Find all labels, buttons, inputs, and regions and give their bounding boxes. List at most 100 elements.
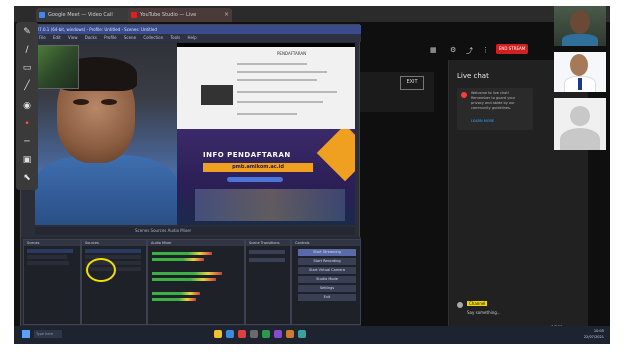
app-icon[interactable] [298, 330, 306, 338]
app-icon[interactable] [286, 330, 294, 338]
banner-decoration [316, 129, 355, 182]
line-icon[interactable]: ─ [21, 136, 33, 148]
file-explorer-icon[interactable] [214, 330, 222, 338]
doc-image [201, 85, 233, 105]
marker-icon[interactable]: ╱ [21, 80, 33, 92]
desktop-screen: Google Meet — Video Call × YouTube Studi… [14, 6, 610, 344]
audio-meter [152, 292, 200, 295]
person-eye [73, 99, 89, 105]
scene-item[interactable] [27, 261, 69, 265]
info-icon [461, 92, 467, 98]
settings-icon[interactable]: ⚙ [450, 46, 456, 54]
transition-select[interactable] [249, 250, 285, 254]
doc-line [237, 101, 323, 103]
eraser-icon[interactable]: ▭ [21, 62, 33, 74]
spotlight-icon[interactable]: ◉ [21, 100, 33, 112]
share-icon[interactable]: ⤴ [466, 46, 473, 56]
start-recording-button[interactable]: Start Recording [298, 258, 356, 265]
doc-line [237, 79, 317, 81]
cursor-icon[interactable]: ⬉ [21, 172, 33, 184]
participant-tile[interactable] [554, 6, 606, 46]
webcam-feed [35, 43, 177, 225]
browser-tab-youtube[interactable]: YouTube Studio — Live × [128, 8, 232, 22]
windows-start-icon[interactable] [22, 330, 30, 338]
start-streaming-button[interactable]: Start Streaming [298, 249, 356, 256]
scene-bar-text: Scenes Sources Audio Mixer [135, 228, 192, 233]
dock-header: Sources [82, 240, 146, 246]
taskbar-search[interactable]: Type here [34, 330, 62, 338]
document-capture: PENDAFTARAN [177, 47, 355, 129]
obs-icon[interactable] [250, 330, 258, 338]
obs-window: OBS 27.0.1 (64-bit, windows) - Profile: … [20, 24, 361, 337]
banner-photo [195, 189, 345, 221]
taskbar-clock[interactable]: 10:05 22/07/2021 [584, 328, 604, 340]
avatar [457, 302, 463, 308]
meet-favicon-icon [39, 12, 45, 18]
audio-meter [152, 258, 204, 261]
participant-face [570, 10, 590, 34]
browser-tab-meet[interactable]: Google Meet — Video Call × [36, 8, 138, 22]
banner-pill [227, 177, 283, 182]
chat-username: Channel [467, 301, 488, 306]
doc-line [237, 113, 297, 115]
studio-mode-button[interactable]: Studio Mode [298, 276, 356, 283]
scene-item[interactable] [27, 249, 73, 253]
virtual-camera-button[interactable]: Start Virtual Camera [298, 267, 356, 274]
color-icon[interactable]: • [21, 118, 33, 130]
participant-tile[interactable] [554, 98, 606, 150]
scenes-dock: Scenes [23, 239, 81, 325]
scene-item[interactable] [27, 255, 67, 259]
edge-icon[interactable] [226, 330, 234, 338]
settings-button[interactable]: Settings [298, 285, 356, 292]
transitions-dock: Scene Transitions [245, 239, 291, 325]
participant-shirt [562, 34, 598, 46]
audio-mixer-dock: Audio Mixer [147, 239, 245, 325]
audio-meter [152, 278, 216, 281]
youtube-favicon-icon [131, 12, 137, 18]
obs-docks: Scenes Sources Audio Mixer Scene Transit… [21, 237, 361, 337]
more-icon[interactable]: ⋮ [482, 46, 489, 54]
participant-face [570, 54, 588, 76]
chrome-icon[interactable] [238, 330, 246, 338]
obs-preview: PENDAFTARAN INFO PENDAFTARAN pmb.amikom.… [35, 43, 355, 225]
chat-input-placeholder[interactable]: Say something... [467, 310, 501, 315]
doc-line [237, 91, 337, 93]
dock-header: Controls [292, 240, 360, 246]
learn-more-link[interactable]: LEARN MORE [471, 119, 494, 123]
dock-header: Scene Transitions [246, 240, 290, 246]
annotation-toolbar: ✎ ∕ ▭ ╱ ◉ • ─ ▣ ⬉ [16, 22, 38, 190]
app-icon[interactable] [274, 330, 282, 338]
doc-line [237, 63, 307, 65]
obs-title-bar: OBS 27.0.1 (64-bit, windows) - Profile: … [21, 25, 361, 34]
audio-meter [152, 272, 222, 275]
clock-date: 22/07/2021 [583, 335, 604, 339]
overlay-photo [37, 45, 79, 89]
person-shirt [35, 155, 177, 225]
app-icon[interactable] [262, 330, 270, 338]
end-stream-button[interactable]: END STREAM [496, 44, 528, 54]
window-icon[interactable]: ▣ [21, 154, 33, 166]
dock-header: Scenes [24, 240, 80, 246]
exit-obs-button[interactable]: Exit [298, 294, 356, 301]
source-item[interactable] [85, 249, 141, 253]
live-chat-title: Live chat [457, 72, 489, 80]
tab-label: YouTube Studio — Live [140, 12, 197, 18]
close-tab-icon[interactable]: × [224, 8, 229, 22]
chat-notice: Welcome to live chat! Remember to guard … [457, 88, 533, 130]
sources-dock: Sources [81, 239, 147, 325]
default-avatar-body [560, 128, 600, 150]
youtube-stream-preview: EXIT [356, 72, 434, 112]
participant-tile[interactable] [554, 52, 606, 92]
obs-menu-bar[interactable]: File Edit View Docks Profile Scene Colle… [21, 34, 361, 42]
doc-line [237, 71, 327, 73]
banner-url: pmb.amikom.ac.id [203, 163, 313, 172]
transition-duration[interactable] [249, 258, 285, 262]
promo-banner: INFO PENDAFTARAN pmb.amikom.ac.id [177, 129, 355, 225]
notice-text: Welcome to live chat! Remember to guard … [471, 91, 516, 110]
grid-icon[interactable]: ▦ [430, 46, 437, 54]
brush-icon[interactable]: ∕ [21, 44, 33, 56]
exit-button[interactable]: EXIT [400, 76, 424, 90]
pen-icon[interactable]: ✎ [21, 26, 33, 38]
person-eye [101, 99, 117, 105]
browser-tab-bar: Google Meet — Video Call × YouTube Studi… [14, 6, 610, 22]
